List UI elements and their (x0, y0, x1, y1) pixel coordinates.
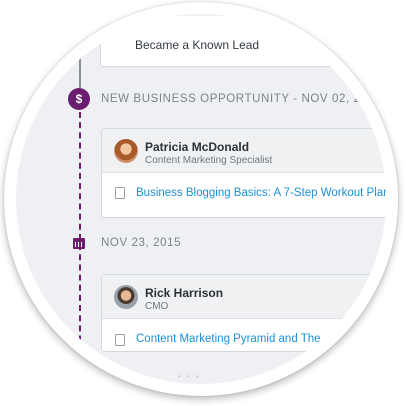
contact-title: Content Marketing Specialist (145, 155, 273, 166)
opportunity-card: Patricia McDonald Content Marketing Spec… (101, 128, 386, 218)
activity-card: Rick Harrison CMO Content Marketing Pyra… (101, 274, 386, 352)
calendar-icon (73, 238, 85, 249)
timeline-stage: Became a Known Lead $ NEW BUSINESS OPPOR… (16, 14, 386, 384)
timeline-viewport: Became a Known Lead $ NEW BUSINESS OPPOR… (16, 14, 386, 384)
contact-title: CMO (145, 301, 169, 312)
content-link[interactable]: Content Marketing Pyramid and The (136, 333, 321, 345)
dollar-icon: $ (68, 88, 90, 110)
date-header: NOV 23, 2015 (101, 237, 182, 249)
document-icon (115, 334, 125, 346)
avatar (114, 285, 138, 309)
timeline-line (79, 40, 81, 88)
contact-name[interactable]: Patricia McDonald (145, 140, 249, 154)
contact-header[interactable]: Rick Harrison CMO (102, 275, 386, 319)
document-icon (115, 187, 125, 199)
activity-card-known-lead: Became a Known Lead (100, 16, 386, 67)
contact-name[interactable]: Rick Harrison (145, 286, 223, 300)
circular-frame: Became a Known Lead $ NEW BUSINESS OPPOR… (4, 2, 398, 396)
opportunity-header: NEW BUSINESS OPPORTUNITY - NOV 02, 2015 (101, 93, 382, 105)
content-link[interactable]: Business Blogging Basics: A 7-Step Worko… (136, 187, 386, 199)
carousel-dots: • • • (178, 372, 201, 381)
contact-header[interactable]: Patricia McDonald Content Marketing Spec… (102, 129, 386, 173)
avatar (114, 139, 138, 163)
activity-label: Became a Known Lead (135, 38, 260, 52)
